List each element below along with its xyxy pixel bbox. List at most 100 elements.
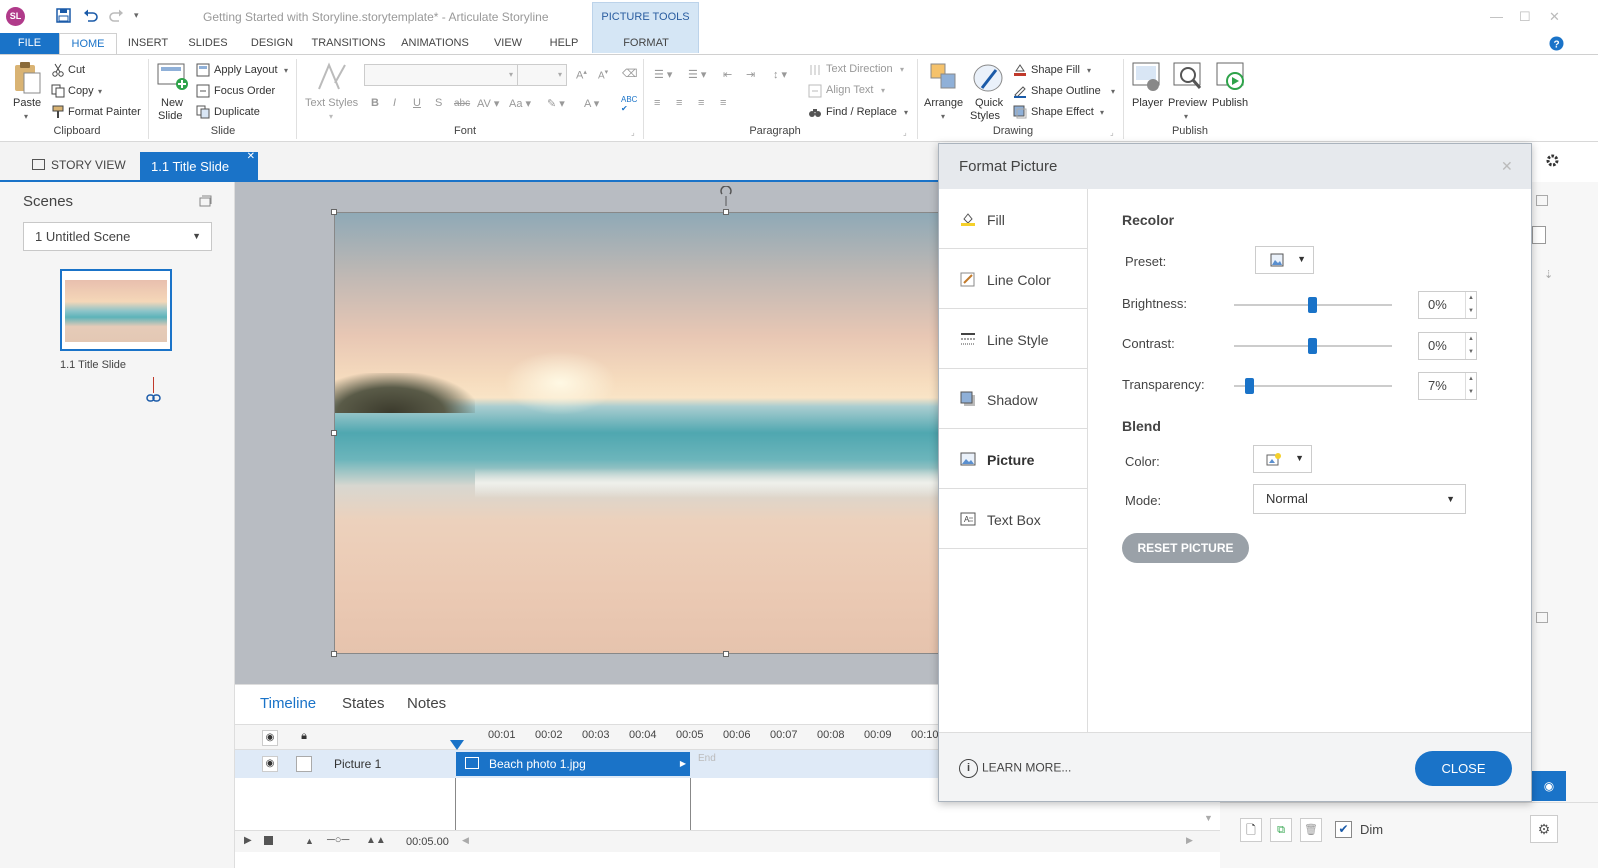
save-icon[interactable] [56, 8, 71, 23]
player-label[interactable]: Player [1132, 97, 1163, 109]
change-case-icon[interactable]: Aa ▾ [509, 97, 531, 110]
text-styles-dropdown-icon[interactable]: ▾ [329, 112, 333, 121]
playhead[interactable] [450, 740, 464, 750]
tab-slides[interactable]: SLIDES [186, 33, 230, 54]
focus-order-icon[interactable] [196, 84, 210, 98]
tab-states[interactable]: States [342, 695, 385, 712]
find-replace-icon[interactable] [808, 105, 822, 119]
tab-file[interactable]: FILE [0, 33, 59, 54]
new-layer-icon[interactable]: 🗋︎ [1240, 818, 1262, 842]
spell-check-icon[interactable]: ABC ✔ [621, 95, 637, 113]
tab-story-view[interactable]: STORY VIEW [18, 150, 126, 180]
cut-icon[interactable] [51, 63, 65, 77]
align-text-dropdown-icon[interactable]: ▾ [881, 86, 885, 95]
preview-label[interactable]: Preview [1168, 97, 1207, 109]
shape-effect-dropdown-icon[interactable]: ▾ [1100, 108, 1104, 117]
shape-outline-dropdown-icon[interactable]: ▾ [1111, 87, 1115, 96]
increase-indent-icon[interactable]: ⇥ [746, 68, 755, 81]
text-shadow-icon[interactable]: S [435, 97, 442, 109]
shape-effect-label[interactable]: Shape Effect [1031, 106, 1094, 118]
link-icon[interactable] [146, 393, 161, 403]
resize-handle[interactable] [331, 209, 337, 215]
focus-order-label[interactable]: Focus Order [214, 85, 275, 97]
zoom-in-icon[interactable]: ▲▲ [366, 835, 386, 846]
scroll-left-icon[interactable]: ◀ [462, 835, 469, 846]
timeline-object-bar[interactable]: Beach photo 1.jpg ▶ [456, 752, 690, 776]
text-styles-label[interactable]: Text Styles [305, 97, 358, 109]
play-icon[interactable]: ▶ [244, 835, 252, 846]
tab-timeline[interactable]: Timeline [260, 695, 316, 712]
shape-fill-dropdown-icon[interactable]: ▾ [1087, 66, 1091, 75]
text-direction-icon[interactable] [808, 63, 822, 77]
close-tab-icon[interactable]: ✕ [247, 142, 255, 172]
quick-styles-icon[interactable] [972, 62, 1004, 94]
tab-notes[interactable]: Notes [407, 695, 446, 712]
text-direction-label[interactable]: Text Direction [826, 63, 893, 75]
drawing-dialog-launcher-icon[interactable]: ⌟ [1110, 128, 1114, 137]
minimize-icon[interactable]: — [1490, 9, 1503, 24]
transparency-slider-thumb[interactable] [1245, 378, 1254, 394]
tab-help[interactable]: HELP [547, 33, 581, 54]
arrange-dropdown-icon[interactable]: ▾ [941, 112, 945, 121]
blend-color-dropdown[interactable]: ▼ [1253, 445, 1312, 473]
resize-handle[interactable] [331, 651, 337, 657]
redo-icon[interactable] [109, 8, 124, 23]
spinner-arrows-icon[interactable]: ▲ ▼ [1465, 373, 1476, 399]
line-spacing-icon[interactable]: ↕ ▾ [773, 68, 787, 81]
italic-icon[interactable]: I [393, 97, 396, 109]
shape-effect-icon[interactable] [1013, 105, 1027, 119]
highlight-icon[interactable]: ✎ ▾ [547, 97, 565, 110]
tab-insert[interactable]: INSERT [125, 33, 171, 54]
layer-icon[interactable] [1532, 226, 1546, 244]
arrange-label[interactable]: Arrange [924, 97, 963, 109]
quick-styles-label-1[interactable]: Quick [975, 97, 1003, 109]
reset-picture-button[interactable]: RESET PICTURE [1122, 533, 1249, 563]
duplicate-layer-icon[interactable]: ⧉ [1270, 818, 1292, 842]
nav-line-style[interactable]: Line Style [939, 309, 1087, 369]
delete-layer-icon[interactable]: 🗑︎ [1300, 818, 1322, 842]
tab-transitions[interactable]: TRANSITIONS [311, 33, 386, 54]
copy-label[interactable]: Copy [68, 85, 94, 97]
slide-thumbnail[interactable] [60, 269, 172, 351]
apply-layout-label[interactable]: Apply Layout [214, 64, 278, 76]
beach-photo[interactable] [334, 212, 941, 654]
nav-text-box[interactable]: A Text Box [939, 489, 1087, 549]
eye-icon[interactable]: ◉ [262, 730, 278, 746]
dialog-close-icon[interactable]: ✕ [1501, 158, 1513, 175]
mode-select[interactable]: Normal ▼ [1253, 484, 1466, 514]
shape-fill-icon[interactable] [1013, 63, 1027, 77]
underline-icon[interactable]: U [413, 97, 421, 109]
apply-layout-dropdown-icon[interactable]: ▾ [284, 66, 288, 75]
rotate-handle-icon[interactable] [719, 186, 733, 206]
row-lock-checkbox[interactable] [296, 756, 312, 772]
tab-view[interactable]: VIEW [491, 33, 525, 54]
align-center-icon[interactable]: ≡ [676, 97, 682, 109]
player-icon[interactable] [1131, 61, 1163, 93]
nav-shadow[interactable]: Shadow [939, 369, 1087, 429]
font-size-select[interactable]: ▾ [517, 64, 567, 86]
find-replace-dropdown-icon[interactable]: ▾ [904, 108, 908, 117]
nav-line-color[interactable]: Line Color [939, 249, 1087, 309]
font-dialog-launcher-icon[interactable]: ⌟ [631, 128, 635, 137]
tab-home[interactable]: HOME [59, 33, 117, 54]
contrast-input[interactable]: 0% ▲ ▼ [1418, 332, 1477, 360]
decrease-indent-icon[interactable]: ⇤ [723, 68, 732, 81]
bar-end-arrow-icon[interactable]: ▶ [680, 752, 686, 776]
dim-checkbox[interactable]: ✔ [1335, 821, 1352, 838]
publish-icon[interactable] [1215, 61, 1247, 93]
justify-icon[interactable]: ≡ [720, 97, 726, 109]
app-logo[interactable]: SL [6, 7, 25, 26]
new-slide-icon[interactable] [157, 62, 189, 92]
close-window-icon[interactable]: ✕ [1549, 9, 1560, 25]
paste-dropdown-icon[interactable]: ▾ [24, 112, 28, 121]
publish-label[interactable]: Publish [1212, 97, 1248, 109]
sort-icon[interactable]: ⇣ [1544, 268, 1553, 281]
clear-formatting-icon[interactable]: ⌫ [622, 67, 638, 80]
apply-layout-icon[interactable] [196, 63, 210, 77]
brightness-slider-thumb[interactable] [1308, 297, 1317, 313]
tab-format[interactable]: FORMAT [593, 33, 699, 54]
shrink-font-icon[interactable]: A▾ [598, 68, 608, 81]
contrast-slider-thumb[interactable] [1308, 338, 1317, 354]
cut-label[interactable]: Cut [68, 64, 85, 76]
lock-icon[interactable]: 🔒︎ [296, 730, 312, 746]
